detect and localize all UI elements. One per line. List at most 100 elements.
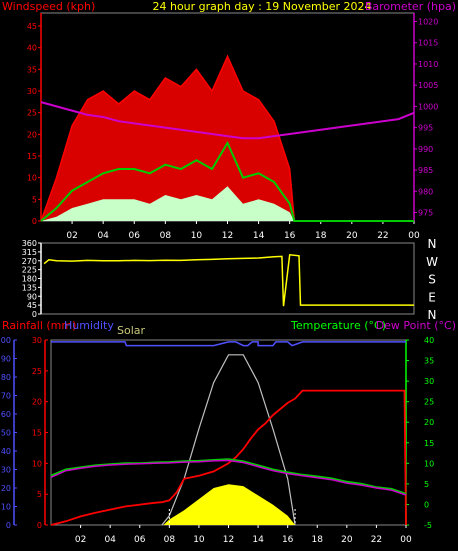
wind-direction-panel: 04590135180225270315360 NWSEN: [22, 237, 438, 322]
y-tick-label: 1005: [418, 81, 438, 90]
humidity-line: [51, 341, 406, 347]
x-tick-label: 20: [341, 535, 353, 545]
x-tick-label: 22: [377, 231, 388, 241]
y-tick-label: 0: [32, 217, 37, 226]
x-tick-label: 04: [104, 535, 116, 545]
x-tick-label: 00: [408, 231, 420, 241]
x-tick-label: 10: [191, 231, 203, 241]
y-tick-label: 40: [424, 336, 434, 345]
x-tick-label: 18: [315, 231, 327, 241]
y-tick-label: 10: [1, 503, 11, 512]
x-tick-label: 18: [312, 535, 324, 545]
y-tick-label: 5: [37, 490, 42, 499]
y-tick-label: 975: [418, 209, 433, 218]
y-tick-label: 30: [1, 466, 11, 475]
y-tick-label: 315: [22, 248, 37, 257]
y-tick-label: 0: [37, 521, 42, 530]
y-tick-label: 45: [27, 301, 37, 310]
y-tick-label: 90: [1, 355, 11, 364]
windspeed-axis-label: Windspeed (kph): [2, 0, 95, 13]
x-tick-label: 04: [97, 231, 109, 241]
x-tick-label: 14: [253, 231, 265, 241]
y-tick-label: 1020: [418, 17, 438, 26]
y-tick-label: 40: [27, 44, 37, 53]
y-tick-label: 20: [1, 484, 11, 493]
y-tick-label: 40: [1, 447, 11, 456]
x-tick-label: 12: [223, 535, 234, 545]
x-tick-label: 02: [75, 535, 86, 545]
x-tick-label: 06: [129, 231, 141, 241]
y-tick-label: 225: [22, 266, 37, 275]
dewpoint-axis-label: Dew Point (°C): [376, 319, 456, 332]
y-tick-label: 10: [32, 459, 42, 468]
y-tick-label: 15: [424, 439, 434, 448]
y-tick-label: 0: [32, 310, 37, 319]
y-tick-label: 90: [27, 292, 37, 301]
y-tick-label: 0: [424, 500, 429, 509]
y-tick-label: 980: [418, 187, 433, 196]
y-tick-label: 80: [1, 373, 11, 382]
wind-barometer-panel: 0510152025303540459759809859909951000100…: [27, 12, 438, 241]
y-tick-label: 30: [27, 87, 37, 96]
y-tick-label: 1010: [418, 60, 438, 69]
x-tick-label: 14: [252, 535, 264, 545]
x-tick-label: 00: [400, 535, 412, 545]
solar-area: [163, 484, 296, 525]
wind-direction-line: [43, 253, 414, 307]
compass-label: E: [428, 290, 436, 304]
y-tick-label: 25: [27, 109, 37, 118]
y-tick-label: 985: [418, 166, 433, 175]
y-tick-label: 270: [22, 257, 37, 266]
y-tick-label: 60: [1, 410, 11, 419]
humidity-axis-label: Humidity: [64, 319, 114, 332]
y-tick-label: 35: [424, 357, 434, 366]
y-tick-label: 990: [418, 145, 433, 154]
y-tick-label: 0: [6, 521, 11, 530]
y-tick-label: 1015: [418, 39, 438, 48]
y-tick-label: 30: [32, 336, 42, 345]
temperature-rain-panel: 0102030405060708090100051015202530-50510…: [0, 336, 434, 545]
y-tick-label: 5: [32, 195, 37, 204]
x-tick-label: 08: [164, 535, 176, 545]
y-tick-label: 360: [22, 239, 37, 248]
x-tick-label: 02: [66, 231, 77, 241]
x-tick-label: 16: [284, 231, 296, 241]
weather-graphs: Windspeed (kph) 24 hour graph day : 19 N…: [0, 0, 456, 545]
y-tick-label: 15: [27, 152, 37, 161]
y-tick-label: 180: [22, 275, 37, 284]
x-tick-label: 08: [160, 231, 172, 241]
y-tick-label: 45: [27, 22, 37, 31]
y-tick-label: 10: [27, 174, 37, 183]
y-tick-label: 20: [32, 398, 42, 407]
compass-label: W: [426, 255, 438, 269]
x-tick-label: 20: [346, 231, 358, 241]
y-tick-label: 1000: [418, 102, 438, 111]
temperature-axis-label: Temperature (°C): [290, 319, 386, 332]
y-tick-label: 135: [22, 283, 37, 292]
y-tick-label: 25: [32, 367, 42, 376]
y-tick-label: 70: [1, 392, 11, 401]
plot-frame: [40, 242, 415, 315]
y-tick-label: 50: [1, 429, 11, 438]
compass-label: N: [428, 237, 437, 251]
y-tick-label: 15: [32, 429, 42, 438]
y-tick-label: 30: [424, 377, 434, 386]
y-tick-label: 995: [418, 124, 433, 133]
solar-axis-label: Solar: [117, 324, 146, 337]
y-tick-label: -5: [424, 521, 432, 530]
x-tick-label: 22: [371, 535, 382, 545]
chart-title: 24 hour graph day : 19 November 2024: [152, 0, 371, 13]
y-tick-label: 100: [0, 336, 11, 345]
compass-label: S: [428, 273, 436, 287]
y-tick-label: 35: [27, 65, 37, 74]
y-tick-label: 10: [424, 459, 434, 468]
barometer-axis-label: Barometer (hpa): [365, 0, 456, 13]
y-tick-label: 25: [424, 398, 434, 407]
x-tick-label: 16: [282, 535, 294, 545]
x-tick-label: 12: [222, 231, 233, 241]
y-tick-label: 20: [424, 418, 434, 427]
y-tick-label: 5: [424, 480, 429, 489]
y-tick-label: 20: [27, 130, 37, 139]
x-tick-label: 06: [134, 535, 146, 545]
x-tick-label: 10: [193, 535, 205, 545]
